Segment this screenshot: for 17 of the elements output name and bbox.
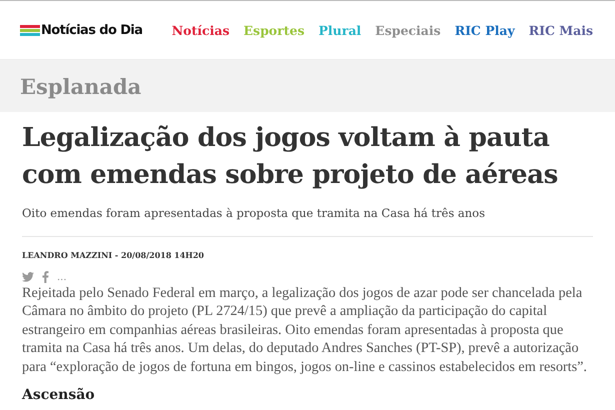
nav-link[interactable]: Notícias xyxy=(172,22,230,38)
logo-stripes-icon xyxy=(20,24,40,36)
nav-link[interactable]: Esportes xyxy=(244,22,304,38)
byline: LEANDRO MAZZINI - 20/08/2018 14H20 xyxy=(22,250,205,260)
site-logo[interactable]: Notícias do Dia xyxy=(41,22,142,38)
section-heading: Ascensão xyxy=(22,387,96,404)
nav-link[interactable]: RIC Mais xyxy=(528,22,593,38)
more-share-button[interactable]: ... xyxy=(57,272,67,282)
section-title[interactable]: Esplanada xyxy=(20,74,142,98)
article-title: Legalização dos jogos voltam à pauta com emendas sobre projeto de aéreas xyxy=(22,122,559,192)
nav-link[interactable]: Especiais xyxy=(375,22,441,38)
article-subtitle: Oito emendas foram apresentadas à proposta que tramita na Casa há três anos xyxy=(22,206,486,220)
facebook-icon[interactable] xyxy=(42,271,49,283)
twitter-icon[interactable] xyxy=(22,272,34,282)
nav-link[interactable]: RIC Play xyxy=(454,22,515,38)
nav-link[interactable]: Plural xyxy=(318,22,362,38)
article-paragraph: Rejeitada pelo Senado Federal em março, a legalização dos jogos de azar pode ser chancelada pela Câmara no âmbito do projeto (PL 2724/15) que prevê a ampliação da participação do capital estrangeiro em companhias aéreas brasileiras. Oito emendas foram apresentadas à proposta que tramita na Casa há três anos. Um delas, do deputado Andres Sanches (PT-SP), prevê a autorização para “exploração de jogos de fortuna em bingos, jogos on-line e cassinos estabelecidos em resorts”. xyxy=(22,284,588,376)
